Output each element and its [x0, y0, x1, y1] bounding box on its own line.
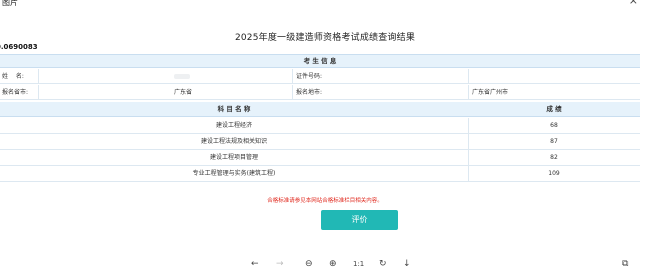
close-icon[interactable]: ×	[629, 0, 638, 7]
cell-divider	[38, 69, 39, 84]
info-row-name: 姓 名: 证件号码:	[0, 69, 640, 84]
cell-divider	[292, 69, 293, 84]
rotate-icon[interactable]: ↻	[379, 258, 387, 267]
zoom-out-icon[interactable]: ⊖	[305, 258, 313, 267]
cell-divider	[292, 85, 293, 100]
subject-column-header: 科 目 名 称	[217, 105, 251, 113]
table-row: 建设工程经济 68	[0, 118, 640, 134]
cell-divider	[38, 85, 39, 100]
subject-score: 109	[548, 170, 560, 177]
download-icon[interactable]: ↓	[403, 258, 411, 267]
evaluate-button[interactable]: 评价	[321, 210, 398, 230]
score-column-header: 成 绩	[546, 105, 562, 113]
subject-name: 建设工程法规及相关知识	[200, 138, 267, 145]
subject-score: 68	[550, 122, 558, 129]
info-row-location: 报名省市: 广东省 报名地市: 广东省广州市	[0, 85, 640, 100]
passing-standard-notice: 合格标准请参见本网站合格标准栏目相关内容。	[267, 198, 383, 204]
actual-size-icon[interactable]: 1:1	[353, 258, 364, 267]
cell-divider	[468, 69, 469, 84]
cell-divider	[468, 85, 469, 100]
subject-name: 专业工程管理与实务(建筑工程)	[192, 170, 276, 177]
page-title: 2025年度一级建造师资格考试成绩查询结果	[234, 33, 416, 43]
area-label: 报名地市:	[296, 89, 323, 96]
id-label: 证件号码:	[296, 73, 323, 80]
subject-score: 82	[550, 154, 558, 161]
province-value: 广东省	[174, 89, 193, 96]
province-label: 报名省市:	[2, 89, 29, 96]
zoom-in-icon[interactable]: ⊕	[329, 258, 337, 267]
document-number: 0.0690083	[0, 43, 38, 51]
viewer-title: 图片	[2, 0, 18, 7]
name-value	[174, 69, 190, 84]
subject-name: 建设工程经济	[215, 122, 252, 129]
name-label: 姓 名:	[2, 73, 24, 80]
candidate-info-header: 考 生 信 息	[0, 54, 640, 68]
redacted-value	[174, 74, 190, 79]
area-value: 广东省广州市	[472, 89, 509, 96]
forward-arrow-icon[interactable]: →	[276, 258, 284, 267]
table-row: 建设工程法规及相关知识 87	[0, 134, 640, 150]
subject-score: 87	[550, 138, 558, 145]
subject-name: 建设工程项目管理	[209, 154, 258, 161]
gallery-icon[interactable]: ⧉	[622, 258, 628, 267]
viewer-toolbar: ← → ⊖ ⊕ 1:1 ↻ ↓ ⧉	[0, 258, 650, 267]
grades-header: 科 目 名 称 成 绩	[0, 102, 640, 117]
back-arrow-icon[interactable]: ←	[251, 258, 259, 267]
table-row: 建设工程项目管理 82	[0, 150, 640, 166]
table-row: 专业工程管理与实务(建筑工程) 109	[0, 166, 640, 182]
